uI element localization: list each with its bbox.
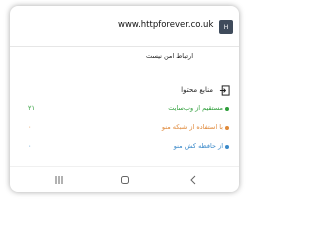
site-url: www.httpforever.co.uk	[118, 20, 214, 30]
source-dot	[225, 107, 229, 111]
site-favicon: H	[219, 20, 233, 34]
home-icon[interactable]	[120, 175, 130, 185]
source-count: ۰	[28, 142, 32, 150]
source-label: با استفاده از شبکه منو	[161, 123, 223, 131]
source-count: ۰	[28, 123, 32, 131]
source-count: ۲۱	[28, 104, 35, 112]
source-row-cache: ۰ از حافظه کش منو	[10, 141, 239, 153]
source-dot	[225, 126, 229, 130]
content-sources-header: منابع محتوا	[10, 83, 239, 97]
back-icon[interactable]	[188, 175, 198, 185]
recent-apps-icon[interactable]	[54, 175, 64, 185]
source-label: مستقیم از وب‌سایت	[168, 104, 223, 112]
site-header: www.httpforever.co.uk H	[10, 6, 239, 47]
connection-status: ارتباط امن نیست	[145, 52, 193, 60]
source-label: از حافظه کش منو	[173, 142, 223, 150]
source-row-network: ۰ با استفاده از شبکه منو	[10, 122, 239, 134]
android-nav-bar	[10, 166, 239, 192]
content-sources-title: منابع محتوا	[181, 86, 213, 94]
site-info-panel: www.httpforever.co.uk H ارتباط امن نیست …	[10, 6, 239, 192]
sign-out-icon	[219, 85, 230, 96]
source-row-direct: ۲۱ مستقیم از وب‌سایت	[10, 103, 239, 115]
source-dot	[225, 145, 229, 149]
